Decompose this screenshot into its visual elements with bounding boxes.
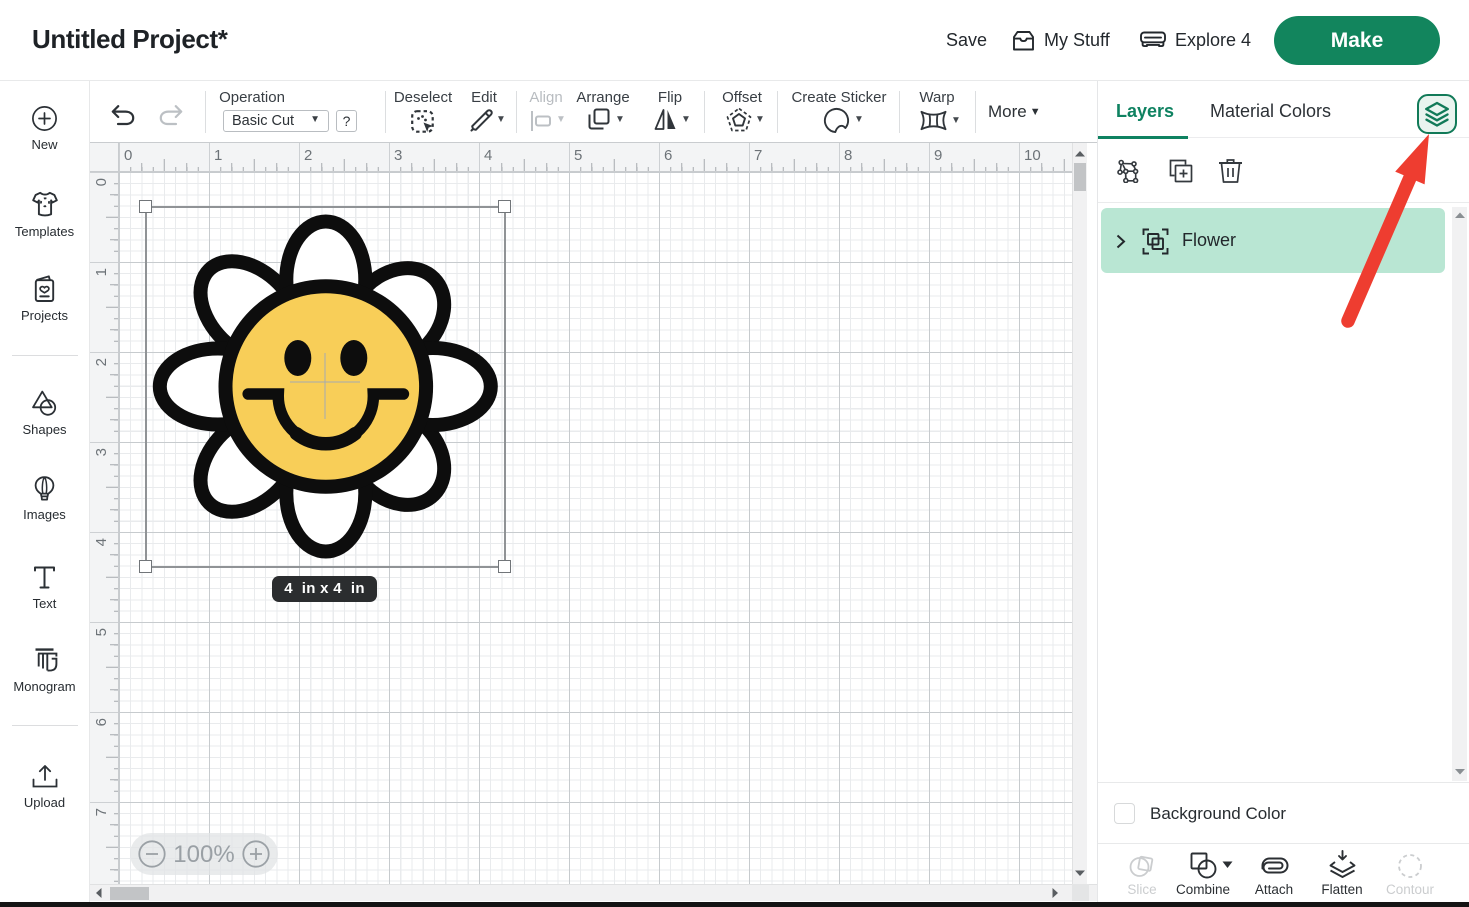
svg-text:100%: 100%	[173, 841, 234, 868]
svg-text:1: 1	[214, 147, 222, 164]
svg-text:9: 9	[934, 147, 942, 164]
svg-text:0: 0	[124, 147, 132, 164]
svg-text:7: 7	[93, 808, 110, 816]
svg-text:7: 7	[754, 147, 762, 164]
svg-text:3: 3	[394, 147, 402, 164]
svg-text:5: 5	[574, 147, 582, 164]
svg-text:4: 4	[93, 538, 110, 546]
svg-text:5: 5	[93, 628, 110, 636]
svg-text:6: 6	[93, 718, 110, 726]
svg-text:1: 1	[93, 268, 110, 276]
svg-text:0: 0	[93, 178, 110, 186]
svg-text:2: 2	[93, 358, 110, 366]
svg-text:8: 8	[844, 147, 852, 164]
svg-text:10: 10	[1024, 147, 1041, 164]
svg-text:6: 6	[664, 147, 672, 164]
svg-text:2: 2	[304, 147, 312, 164]
svg-text:4: 4	[484, 147, 492, 164]
svg-text:3: 3	[93, 448, 110, 456]
